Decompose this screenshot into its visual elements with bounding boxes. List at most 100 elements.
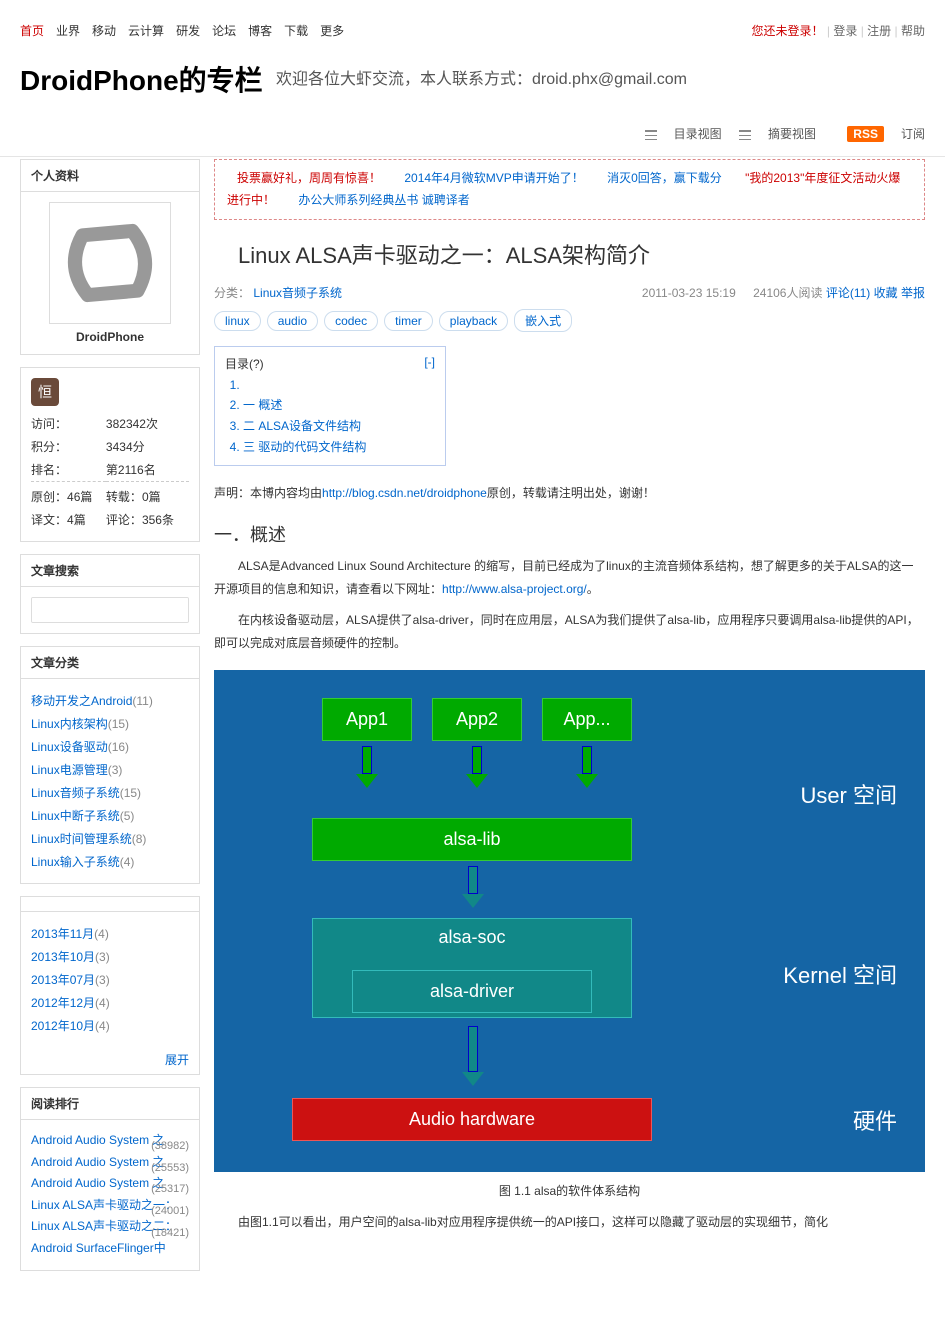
nav-link[interactable]: 博客 — [248, 24, 272, 38]
top-nav-left: 首页业界移动云计算研发论坛博客下载更多 — [20, 22, 356, 39]
summary-view-link[interactable]: 摘要视图 — [739, 127, 816, 141]
article-date: 2011-03-23 15:19 — [642, 286, 736, 300]
rank-item: Android Audio System 之(38982) — [31, 1130, 189, 1152]
rank-item: Android Audio System 之(25317) — [31, 1173, 189, 1195]
nav-link[interactable]: 下载 — [284, 24, 308, 38]
alsa-link[interactable]: http://www.alsa-project.org/ — [442, 582, 587, 596]
archive-link[interactable]: 2013年11月 — [31, 927, 94, 941]
arrow-icon — [356, 746, 378, 786]
toc-item[interactable]: 二 ALSA设备文件结构 — [243, 415, 435, 436]
diagram-app-box: App1 — [322, 698, 412, 741]
expand-link[interactable]: 展开 — [165, 1053, 189, 1067]
toc-item[interactable] — [243, 376, 435, 394]
category-item: Linux输入子系统(4) — [31, 850, 189, 873]
section-heading: 一．概述 — [214, 521, 925, 547]
arrow-icon — [576, 746, 598, 786]
category-link[interactable]: Linux内核架构 — [31, 717, 108, 731]
diagram-label: Kernel 空间 — [783, 958, 897, 990]
nav-link[interactable]: 云计算 — [128, 24, 164, 38]
blog-title[interactable]: DroidPhone的专栏 — [20, 59, 263, 99]
nav-link[interactable]: 更多 — [320, 24, 344, 38]
rank-link[interactable]: Android SurfaceFlinger中 — [31, 1241, 189, 1257]
category-item: Linux中断子系统(5) — [31, 804, 189, 827]
notice-link[interactable]: 消灭0回答，赢下载分 — [607, 171, 722, 185]
login-link[interactable]: 登录 — [833, 24, 857, 38]
declare: 声明：本博内容均由http://blog.csdn.net/droidphone… — [214, 484, 925, 501]
category-item: Linux电源管理(3) — [31, 758, 189, 781]
article-category: 分类： Linux音频子系统 — [214, 284, 342, 301]
category-link[interactable]: Linux音频子系统 — [253, 286, 342, 300]
avatar[interactable] — [49, 202, 171, 324]
tag[interactable]: playback — [439, 311, 508, 331]
category-item: Linux设备驱动(16) — [31, 735, 189, 758]
article-title: Linux ALSA声卡驱动之一：ALSA架构简介 — [238, 238, 925, 270]
category-link[interactable]: Linux时间管理系统 — [31, 832, 132, 846]
notice-link[interactable]: 办公大师系列经典丛书 诚聘译者 — [298, 193, 469, 207]
rss-link[interactable]: RSS订阅 — [833, 127, 925, 141]
login-warn[interactable]: 您还未登录！ — [752, 24, 824, 38]
archive-link[interactable]: 2012年12月 — [31, 996, 95, 1010]
stats-table: 访问：382342次 积分：3434分 排名：第2116名 原创：46篇转载：0… — [31, 412, 189, 531]
category-link[interactable]: Linux音频子系统 — [31, 786, 120, 800]
category-link[interactable]: 移动开发之Android — [31, 694, 132, 708]
toc-item[interactable]: 一 概述 — [243, 394, 435, 415]
category-item: 移动开发之Android(11) — [31, 689, 189, 712]
archive-link[interactable]: 2013年07月 — [31, 973, 95, 987]
list-icon — [645, 130, 657, 140]
diagram-app-box: App2 — [432, 698, 522, 741]
rank-item: Android Audio System 之(25553) — [31, 1152, 189, 1174]
archive-link[interactable]: 2013年10月 — [31, 950, 95, 964]
source-link[interactable]: http://blog.csdn.net/droidphone — [322, 486, 487, 500]
view-bar: 目录视图 摘要视图 RSS订阅 — [0, 119, 945, 156]
toc-title[interactable]: 目录(?) — [225, 355, 264, 372]
notice-link[interactable]: 投票赢好礼，周周有惊喜！ — [237, 171, 381, 185]
diagram-hw-box: Audio hardware — [292, 1098, 652, 1141]
article-reads: 24106人阅读 — [753, 286, 822, 300]
category-item: Linux时间管理系统(8) — [31, 827, 189, 850]
category-item: Linux音频子系统(15) — [31, 781, 189, 804]
archive-item: 2013年10月(3) — [31, 945, 189, 968]
nav-link[interactable]: 研发 — [176, 24, 200, 38]
figure-caption: 图 1.1 alsa的软件体系结构 — [214, 1180, 925, 1203]
list-icon — [739, 130, 751, 140]
search-input[interactable] — [32, 598, 189, 622]
diagram-lib-box: alsa-lib — [312, 818, 632, 861]
paragraph: 在内核设备驱动层，ALSA提供了alsa-driver，同时在应用层，ALSA为… — [214, 609, 925, 655]
tag[interactable]: audio — [267, 311, 318, 331]
username[interactable]: DroidPhone — [31, 330, 189, 344]
nav-link[interactable]: 论坛 — [212, 24, 236, 38]
toc-collapse[interactable]: [-] — [424, 355, 435, 372]
list-view-link[interactable]: 目录视图 — [645, 127, 722, 141]
categories-panel: 文章分类 移动开发之Android(11)Linux内核架构(15)Linux设… — [20, 646, 200, 884]
register-link[interactable]: 注册 — [867, 24, 891, 38]
tag[interactable]: timer — [384, 311, 433, 331]
tag[interactable]: 嵌入式 — [514, 309, 572, 332]
tag-list: linux audio codec timer playback 嵌入式 — [214, 309, 925, 332]
archive-link[interactable]: 2012年10月 — [31, 1019, 95, 1033]
toc-item[interactable]: 三 驱动的代码文件结构 — [243, 436, 435, 457]
category-link[interactable]: Linux设备驱动 — [31, 740, 108, 754]
rank-item: Android SurfaceFlinger中 — [31, 1238, 189, 1260]
nav-link[interactable]: 首页 — [20, 24, 44, 38]
diagram-label: User 空间 — [800, 778, 897, 810]
diagram-app-box: App... — [542, 698, 632, 741]
category-link[interactable]: Linux电源管理 — [31, 763, 108, 777]
tag[interactable]: linux — [214, 311, 261, 331]
report-link[interactable]: 举报 — [901, 286, 925, 300]
tag[interactable]: codec — [324, 311, 378, 331]
rank-item: Linux ALSA声卡驱动之二：(18421) — [31, 1216, 189, 1238]
nav-link[interactable]: 移动 — [92, 24, 116, 38]
archive-item: 2013年07月(3) — [31, 968, 189, 991]
architecture-diagram: App1 App2 App... alsa-lib User 空间 alsa-s… — [214, 670, 925, 1172]
comments-link[interactable]: 评论(11) — [826, 286, 870, 300]
favorite-link[interactable]: 收藏 — [874, 286, 898, 300]
nav-link[interactable]: 业界 — [56, 24, 80, 38]
notice-link[interactable]: 2014年4月微软MVP申请开始了！ — [404, 171, 583, 185]
arrow-icon — [462, 866, 484, 906]
rank-item: Linux ALSA声卡驱动之一：(24001) — [31, 1195, 189, 1217]
category-link[interactable]: Linux输入子系统 — [31, 855, 120, 869]
help-link[interactable]: 帮助 — [901, 24, 925, 38]
search-panel: 文章搜索 — [20, 554, 200, 634]
paragraph: 由图1.1可以看出，用户空间的alsa-lib对应用程序提供统一的API接口，这… — [214, 1211, 925, 1234]
category-link[interactable]: Linux中断子系统 — [31, 809, 120, 823]
